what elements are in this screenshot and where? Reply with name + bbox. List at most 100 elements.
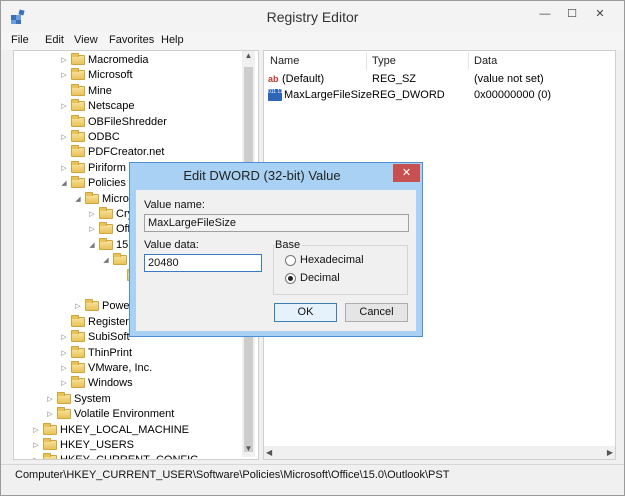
tree-expander-icon[interactable]: ▷ bbox=[73, 299, 83, 314]
value-name: MaxLargeFileSize bbox=[284, 89, 373, 101]
folder-icon bbox=[85, 299, 99, 312]
value-data: 0x00000000 (0) bbox=[474, 89, 552, 101]
value-row-maxlargefilesize[interactable]: 011 110 MaxLargeFileSize REG_DWORD 0x000… bbox=[268, 88, 613, 103]
tree-node-label: Piriform bbox=[88, 161, 126, 174]
menu-file[interactable]: File bbox=[11, 34, 29, 46]
tree-node[interactable] bbox=[115, 284, 125, 299]
column-separator[interactable] bbox=[468, 52, 469, 70]
tree-expander-icon[interactable]: ▷ bbox=[45, 392, 55, 407]
folder-icon bbox=[43, 438, 57, 450]
tree-expander-icon[interactable]: ▷ bbox=[59, 130, 69, 145]
tree-expander-icon[interactable]: ▷ bbox=[59, 330, 69, 345]
title-bar[interactable]: Registry Editor — ☐ ✕ bbox=[1, 1, 624, 32]
hexadecimal-radio[interactable] bbox=[285, 255, 296, 266]
tree-node[interactable]: ▷ Piriform bbox=[59, 160, 126, 176]
tree-node[interactable]: ◢ Policies bbox=[59, 176, 126, 191]
tree-node[interactable]: Mine bbox=[59, 83, 112, 99]
ok-button[interactable]: OK bbox=[274, 303, 337, 322]
tree-expander-icon[interactable]: ▷ bbox=[59, 361, 69, 376]
folder-icon bbox=[57, 407, 71, 420]
tree-node[interactable]: ▷ Netscape bbox=[59, 99, 134, 114]
minimize-button[interactable]: — bbox=[532, 5, 558, 23]
tree-node-label: Windows bbox=[88, 377, 133, 390]
tree-expander-icon[interactable]: ▷ bbox=[59, 68, 69, 83]
value-row-default[interactable]: ab (Default) REG_SZ (value not set) bbox=[268, 72, 613, 87]
tree-node[interactable]: ▷ VMware, Inc. bbox=[59, 361, 152, 376]
tree-node[interactable]: ▷ System bbox=[45, 391, 111, 407]
tree-node-label: VMware, Inc. bbox=[88, 362, 153, 374]
scroll-down-icon[interactable]: ▼ bbox=[242, 444, 255, 457]
tree-expander-icon[interactable]: ▷ bbox=[59, 53, 69, 68]
tree-node-label: PDFCreator.net bbox=[88, 146, 165, 159]
tree-expander-icon[interactable]: ▷ bbox=[59, 376, 69, 391]
value-name: (Default) bbox=[282, 73, 325, 85]
registry-editor-window: Registry Editor — ☐ ✕ File Edit View Fav… bbox=[0, 0, 625, 496]
tree-expander-icon[interactable]: ▷ bbox=[59, 161, 69, 176]
menu-favorites[interactable]: Favorites bbox=[109, 34, 154, 46]
tree-node[interactable]: ▷ Power bbox=[73, 299, 133, 314]
value-data: (value not set) bbox=[474, 73, 544, 85]
decimal-radio[interactable] bbox=[285, 273, 296, 284]
menu-edit[interactable]: Edit bbox=[45, 34, 64, 46]
column-header-data[interactable]: Data bbox=[474, 55, 497, 67]
scroll-right-icon[interactable]: ▶ bbox=[607, 446, 613, 459]
folder-icon bbox=[71, 99, 85, 112]
values-horizontal-scrollbar[interactable]: ◀ ▶ bbox=[264, 446, 615, 459]
tree-node-label: Volatile Environment bbox=[74, 408, 175, 421]
folder-icon bbox=[71, 145, 85, 158]
tree-node[interactable]: OBFileShredder bbox=[59, 114, 167, 130]
tree-node[interactable]: ▷ SubiSoft bbox=[59, 330, 130, 345]
close-button[interactable]: ✕ bbox=[587, 5, 613, 23]
menu-view[interactable]: View bbox=[74, 34, 98, 46]
tree-expander-icon[interactable]: ◢ bbox=[59, 176, 69, 191]
folder-icon bbox=[71, 114, 85, 127]
tree-node[interactable]: ▷ ThinPrint bbox=[59, 345, 133, 361]
folder-icon bbox=[43, 422, 57, 435]
tree-node[interactable]: ▷ HKEY_USERS bbox=[31, 438, 134, 453]
tree-expander-icon[interactable]: ▷ bbox=[87, 222, 97, 237]
tree-node-label: Mine bbox=[88, 84, 112, 97]
decimal-label[interactable]: Decimal bbox=[300, 272, 340, 284]
tree-node-label: Microsoft bbox=[88, 69, 133, 82]
folder-icon bbox=[57, 391, 71, 404]
tree-expander-icon[interactable]: ▷ bbox=[59, 99, 69, 114]
tree-expander-icon[interactable]: ◢ bbox=[101, 253, 111, 268]
menu-help[interactable]: Help bbox=[161, 34, 184, 46]
tree-node[interactable]: PDFCreator.net bbox=[59, 145, 164, 160]
maximize-button[interactable]: ☐ bbox=[559, 5, 585, 23]
tree-expander-icon[interactable]: ◢ bbox=[73, 192, 83, 207]
tree-node-label: HKEY_LOCAL_MACHINE bbox=[60, 423, 189, 436]
tree-expander-icon[interactable]: ▷ bbox=[87, 207, 97, 222]
tree-node[interactable]: ▷ Macromedia bbox=[59, 53, 149, 68]
value-name-field: MaxLargeFileSize bbox=[144, 214, 409, 232]
tree-expander-icon[interactable]: ▷ bbox=[31, 423, 41, 438]
folder-icon bbox=[71, 53, 85, 65]
status-bar: Computer\HKEY_CURRENT_USER\Software\Poli… bbox=[1, 464, 624, 495]
tree-node[interactable]: ▷ Microsoft bbox=[59, 68, 133, 83]
tree-expander-icon[interactable]: ◢ bbox=[87, 238, 97, 253]
cancel-button[interactable]: Cancel bbox=[345, 303, 408, 322]
scroll-left-icon[interactable]: ◀ bbox=[266, 446, 272, 459]
tree-node[interactable]: ▷ Windows bbox=[59, 376, 133, 391]
tree-expander-icon[interactable]: ▷ bbox=[31, 453, 41, 459]
tree-node[interactable]: ▷ Volatile Environment bbox=[45, 407, 174, 422]
column-header-type[interactable]: Type bbox=[372, 55, 396, 67]
folder-icon bbox=[85, 191, 99, 204]
tree-node-label: ThinPrint bbox=[88, 346, 133, 359]
tree-node[interactable]: ▷ HKEY_CURRENT_CONFIG bbox=[31, 453, 199, 459]
tree-node[interactable]: ▷ HKEY_LOCAL_MACHINE bbox=[31, 422, 189, 438]
tree-expander-icon[interactable]: ▷ bbox=[59, 346, 69, 361]
tree-expander-icon[interactable]: ▷ bbox=[45, 407, 55, 422]
scroll-up-icon[interactable]: ▲ bbox=[242, 51, 255, 64]
tree-expander-icon[interactable]: ▷ bbox=[31, 438, 41, 453]
tree-node-label: ODBC bbox=[88, 131, 120, 143]
hexadecimal-label[interactable]: Hexadecimal bbox=[300, 254, 364, 266]
column-separator[interactable] bbox=[366, 52, 367, 70]
value-data-input[interactable]: 20480 bbox=[144, 254, 262, 272]
folder-icon bbox=[99, 207, 113, 219]
dialog-close-button[interactable]: ✕ bbox=[393, 164, 420, 182]
column-header-name[interactable]: Name bbox=[270, 55, 299, 67]
tree-node[interactable]: ▷ ODBC bbox=[59, 130, 120, 145]
folder-icon bbox=[71, 176, 85, 189]
window-title: Registry Editor bbox=[266, 9, 359, 25]
